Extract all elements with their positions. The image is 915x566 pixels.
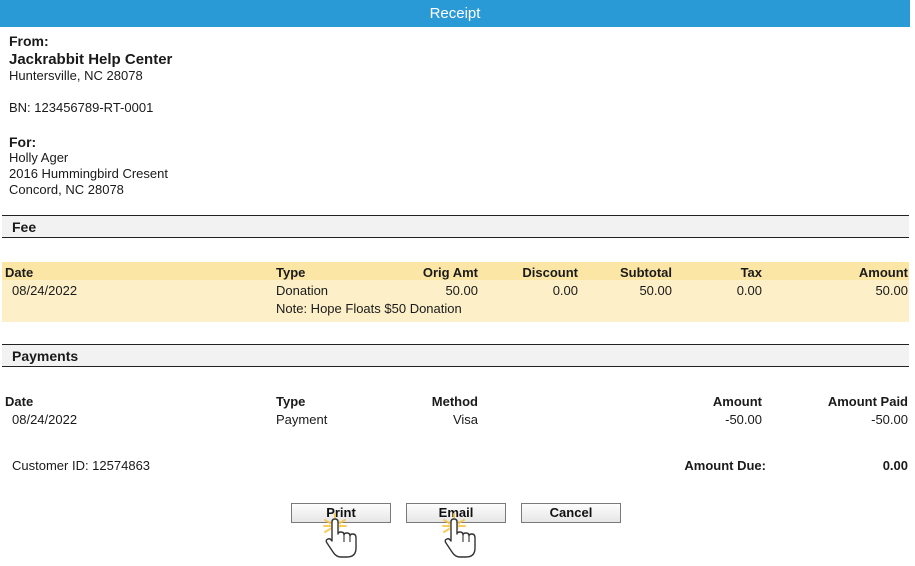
for-label: For: [9, 134, 37, 150]
pay-row-date: 08/24/2022 [12, 412, 78, 427]
fee-row-discount: 0.00 [552, 283, 578, 298]
fee-col-orig-amt: Orig Amt [422, 265, 478, 280]
for-street: 2016 Hummingbird Cresent [9, 166, 168, 181]
hand-pointer-icon [323, 513, 357, 558]
fee-col-discount: Discount [522, 265, 578, 280]
amount-due-label: Amount Due: [684, 458, 766, 473]
fee-section-header: Fee [2, 215, 909, 238]
payments-section-header: Payments [2, 344, 909, 367]
fee-row-type: Donation [276, 283, 329, 298]
for-block: For: Holly Ager 2016 Hummingbird Cresent… [9, 134, 168, 198]
from-city-line: Huntersville, NC 28078 [9, 68, 143, 83]
from-label: From: [9, 33, 49, 49]
pay-row-amount-paid: -50.00 [871, 412, 908, 427]
fee-row-amount: 50.00 [875, 283, 908, 298]
fee-table: Date Type Orig Amt Discount Subtotal Tax… [2, 262, 909, 322]
business-number: BN: 123456789-RT-0001 [9, 100, 154, 115]
fee-col-type: Type [276, 265, 306, 280]
pay-row-amount: -50.00 [725, 412, 762, 427]
fee-row-date: 08/24/2022 [12, 283, 78, 298]
pay-col-type: Type [276, 394, 306, 409]
fee-section-title: Fee [12, 219, 37, 235]
fee-col-amount: Amount [858, 265, 908, 280]
customer-id: Customer ID: 12574863 [12, 458, 151, 473]
hand-pointer-icon [442, 513, 476, 558]
fee-col-date: Date [5, 265, 34, 280]
window-title: Receipt [0, 0, 910, 27]
fee-row-tax: 0.00 [736, 283, 762, 298]
pay-row-method: Visa [452, 412, 478, 427]
for-city-line: Concord, NC 28078 [9, 182, 124, 197]
payments-section-title: Payments [12, 348, 79, 364]
pay-col-amount-paid: Amount Paid [827, 394, 908, 409]
fee-row-subtotal: 50.00 [639, 283, 672, 298]
cancel-button[interactable]: Cancel [521, 503, 621, 523]
fee-col-tax: Tax [740, 265, 762, 280]
pay-col-date: Date [5, 394, 34, 409]
fee-row-note: Note: Hope Floats $50 Donation [276, 301, 462, 316]
pay-row-type: Payment [276, 412, 328, 427]
amount-due-value: 0.00 [882, 458, 908, 473]
fee-col-subtotal: Subtotal [620, 265, 672, 280]
pay-col-method: Method [431, 394, 478, 409]
from-org-name: Jackrabbit Help Center [9, 51, 173, 68]
pay-col-amount: Amount [712, 394, 762, 409]
fee-row-orig-amt: 50.00 [445, 283, 478, 298]
from-block: From: Jackrabbit Help Center Huntersvill… [9, 33, 172, 116]
for-name: Holly Ager [9, 150, 69, 165]
